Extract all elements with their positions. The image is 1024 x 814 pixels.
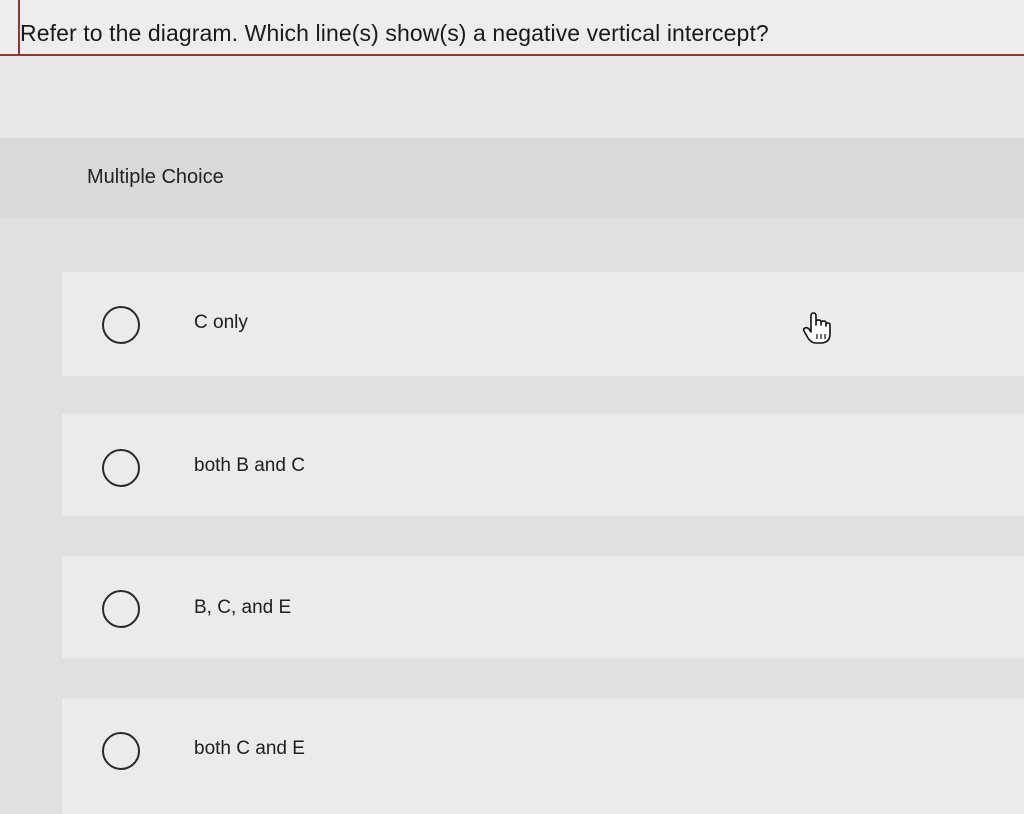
answer-option-2[interactable]: both B and C [62,414,1024,516]
radio-button[interactable] [102,590,140,628]
answer-option-label: both B and C [194,455,305,476]
multiple-choice-label: Multiple Choice [87,166,224,188]
radio-button[interactable] [102,449,140,487]
answer-option-1[interactable]: C only [62,272,1024,376]
radio-button[interactable] [102,732,140,770]
answer-option-3[interactable]: B, C, and E [62,556,1024,658]
spacer [0,56,1024,138]
answer-option-label: C only [194,312,248,333]
answer-option-4[interactable]: both C and E [62,698,1024,814]
radio-button[interactable] [102,306,140,344]
answer-option-label: both C and E [194,738,305,759]
answer-option-label: B, C, and E [194,597,292,618]
question-text: Refer to the diagram. Which line(s) show… [20,20,769,46]
question-bar: Refer to the diagram. Which line(s) show… [0,0,1024,56]
hand-pointer-icon [802,312,831,344]
